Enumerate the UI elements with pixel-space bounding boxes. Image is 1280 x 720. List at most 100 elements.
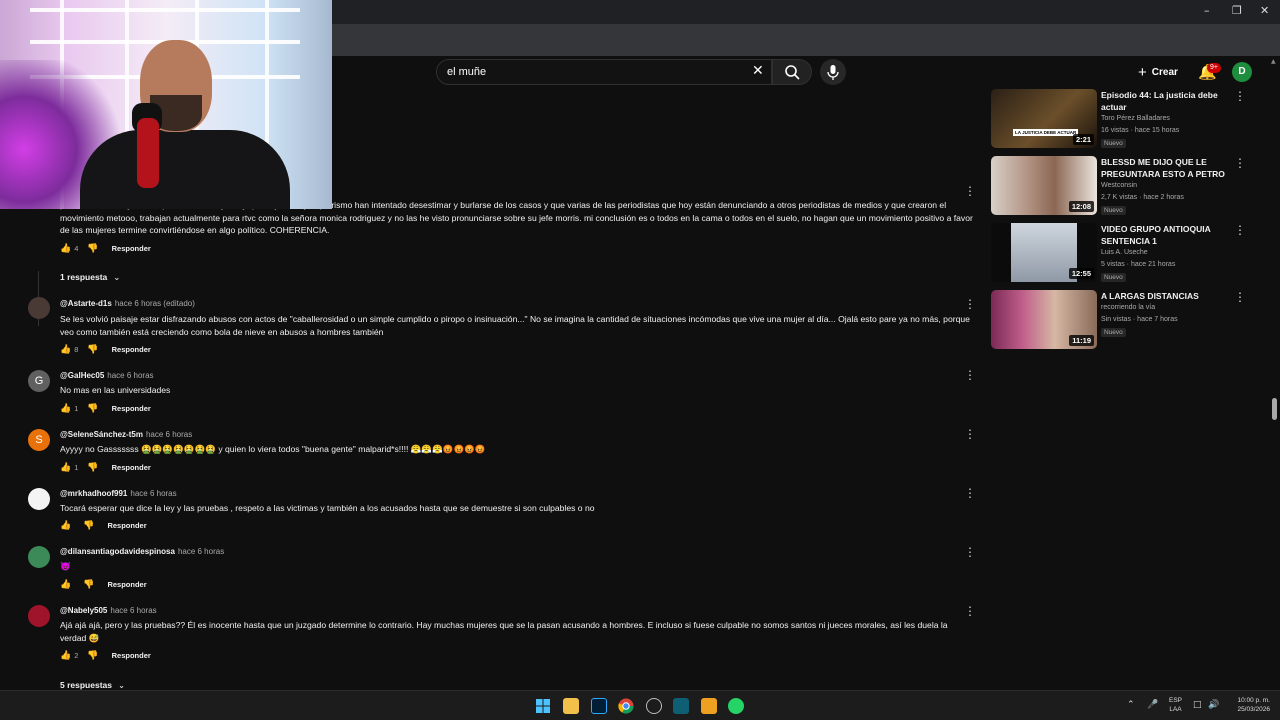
clock-date: 25/03/2026 [1237,706,1270,713]
reply-button[interactable]: Responder [112,345,151,354]
channel-name[interactable]: Westconsin [1101,182,1137,189]
like-icon[interactable]: 👍 [60,521,71,531]
comment-time[interactable]: hace 6 horas [178,547,224,556]
comment-text: 👿 [60,561,71,571]
more-vert-icon[interactable]: ⋮ [964,184,976,198]
video-thumbnail[interactable]: 12:55 [991,223,1097,282]
dislike-icon[interactable]: 👎 [87,244,98,254]
dislike-icon[interactable]: 👎 [87,345,98,355]
comment-author-line: @Nabely505 hace 6 horas [60,606,157,615]
comment-author[interactable]: @GalHec05 [60,371,104,380]
more-vert-icon[interactable]: ⋮ [964,297,976,311]
system-clock[interactable]: 10:00 p. m. 25/03/2026 [1226,696,1270,714]
comment-author-line: @mrkhadhoof991 hace 6 horas [60,489,177,498]
whatsapp-icon[interactable] [728,698,744,714]
like-count: 4 [74,244,79,253]
volume-icon[interactable]: 🔊 [1208,700,1219,710]
comment-author[interactable]: @SeleneSánchez-t5m [60,430,143,439]
dislike-icon[interactable]: 👎 [87,463,98,473]
like-icon[interactable]: 👍 [60,404,71,414]
like-icon[interactable]: 👍 [60,345,71,355]
recommended-video[interactable]: LA JUSTICIA DEBE ACTUAR 2:21 Episodio 44… [991,89,1251,149]
recommended-video[interactable]: 12:55 VIDEO GRUPO ANTIOQUIA SENTENCIA 1 … [991,223,1251,283]
channel-name[interactable]: Toro Pérez Balladares [1101,115,1170,122]
scrollbar-thumb[interactable] [1272,398,1277,420]
search-input[interactable]: el muñe [436,59,772,85]
video-title[interactable]: BLESSD ME DIJO QUE LE PREGUNTARA ESTO A … [1101,156,1229,180]
search-button[interactable] [772,59,812,85]
more-vert-icon[interactable]: ⋮ [1234,290,1246,304]
video-thumbnail[interactable]: 11:19 [991,290,1097,349]
channel-name[interactable]: recorriendo la vía [1101,304,1155,311]
dislike-icon[interactable]: 👎 [83,580,94,590]
app-icon[interactable] [673,698,689,714]
video-title[interactable]: VIDEO GRUPO ANTIOQUIA SENTENCIA 1 [1101,223,1229,247]
view-replies-button[interactable]: 5 respuestas ⌄ [60,680,125,690]
comment-author[interactable]: @dilansantiagodavidespinosa [60,547,175,556]
more-vert-icon[interactable]: ⋮ [1234,89,1246,103]
more-vert-icon[interactable]: ⋮ [964,604,976,618]
view-replies-button[interactable]: 1 respuesta ⌄ [60,272,120,283]
voice-search-button[interactable] [820,59,846,85]
like-icon[interactable]: 👍 [60,463,71,473]
video-duration: 11:19 [1069,335,1094,346]
like-icon[interactable]: 👍 [60,580,71,590]
more-vert-icon[interactable]: ⋮ [1234,223,1246,237]
language-indicator[interactable]: ESP LAA [1169,696,1182,714]
comment-author[interactable]: @Astarte-d1s [60,299,112,308]
more-vert-icon[interactable]: ⋮ [964,486,976,500]
reply-button[interactable]: Responder [107,580,146,589]
recommended-video[interactable]: 11:19 A LARGAS DISTANCIAS recorriendo la… [991,290,1251,350]
avatar[interactable]: G [28,370,50,392]
video-thumbnail[interactable]: 12:08 [991,156,1097,215]
more-vert-icon[interactable]: ⋮ [964,368,976,382]
comment-time[interactable]: hace 6 horas [107,371,153,380]
photoshop-icon[interactable] [591,698,607,714]
video-thumbnail[interactable]: LA JUSTICIA DEBE ACTUAR 2:21 [991,89,1097,148]
like-icon[interactable]: 👍 [60,651,71,661]
clear-search-icon[interactable]: ✕ [752,63,764,79]
folder-icon[interactable] [563,698,579,714]
reply-button[interactable]: Responder [107,521,146,530]
reply-button[interactable]: Responder [112,463,151,472]
more-vert-icon[interactable]: ⋮ [1234,156,1246,170]
windows-start-icon[interactable] [535,698,551,714]
reply-button[interactable]: Responder [112,244,151,253]
app-icon[interactable] [701,698,717,714]
dislike-icon[interactable]: 👎 [87,651,98,661]
minimize-icon[interactable]: – [1204,4,1210,17]
recommended-video[interactable]: 12:08 BLESSD ME DIJO QUE LE PREGUNTARA E… [991,156,1251,216]
maximize-icon[interactable]: ❐ [1232,4,1242,17]
scroll-up-icon[interactable]: ▲ [1271,58,1276,65]
channel-name[interactable]: Luis A. Useche [1101,249,1148,256]
more-vert-icon[interactable]: ⋮ [964,545,976,559]
create-button[interactable]: + Crear [1138,64,1178,81]
comment-time[interactable]: hace 6 horas (editado) [115,299,195,308]
comment-author[interactable]: @Nabely505 [60,606,107,615]
dislike-icon[interactable]: 👎 [87,404,98,414]
avatar[interactable] [28,297,50,319]
video-title[interactable]: A LARGAS DISTANCIAS [1101,290,1229,302]
comment-author[interactable]: @mrkhadhoof991 [60,489,127,498]
comment-time[interactable]: hace 6 horas [146,430,192,439]
chevron-up-icon[interactable]: ⌃ [1127,700,1135,710]
user-avatar[interactable]: D [1232,62,1252,82]
chrome-icon[interactable] [618,698,634,714]
app-icon[interactable] [646,698,662,714]
avatar[interactable] [28,546,50,568]
mic-tray-icon[interactable]: 🎤 [1147,700,1158,710]
reply-button[interactable]: Responder [112,404,151,413]
dislike-icon[interactable]: 👎 [83,521,94,531]
like-icon[interactable]: 👍 [60,244,71,254]
comment-time[interactable]: hace 6 horas [110,606,156,615]
comment-time[interactable]: hace 6 horas [130,489,176,498]
more-vert-icon[interactable]: ⋮ [964,427,976,441]
close-icon[interactable]: ✕ [1260,4,1269,17]
video-title[interactable]: Episodio 44: La justicia debe actuar [1101,89,1229,113]
network-icon[interactable]: □ [1193,700,1202,710]
comment-author-line: @dilansantiagodavidespinosa hace 6 horas [60,547,224,556]
avatar[interactable] [28,605,50,627]
avatar[interactable] [28,488,50,510]
avatar[interactable]: S [28,429,50,451]
reply-button[interactable]: Responder [112,651,151,660]
